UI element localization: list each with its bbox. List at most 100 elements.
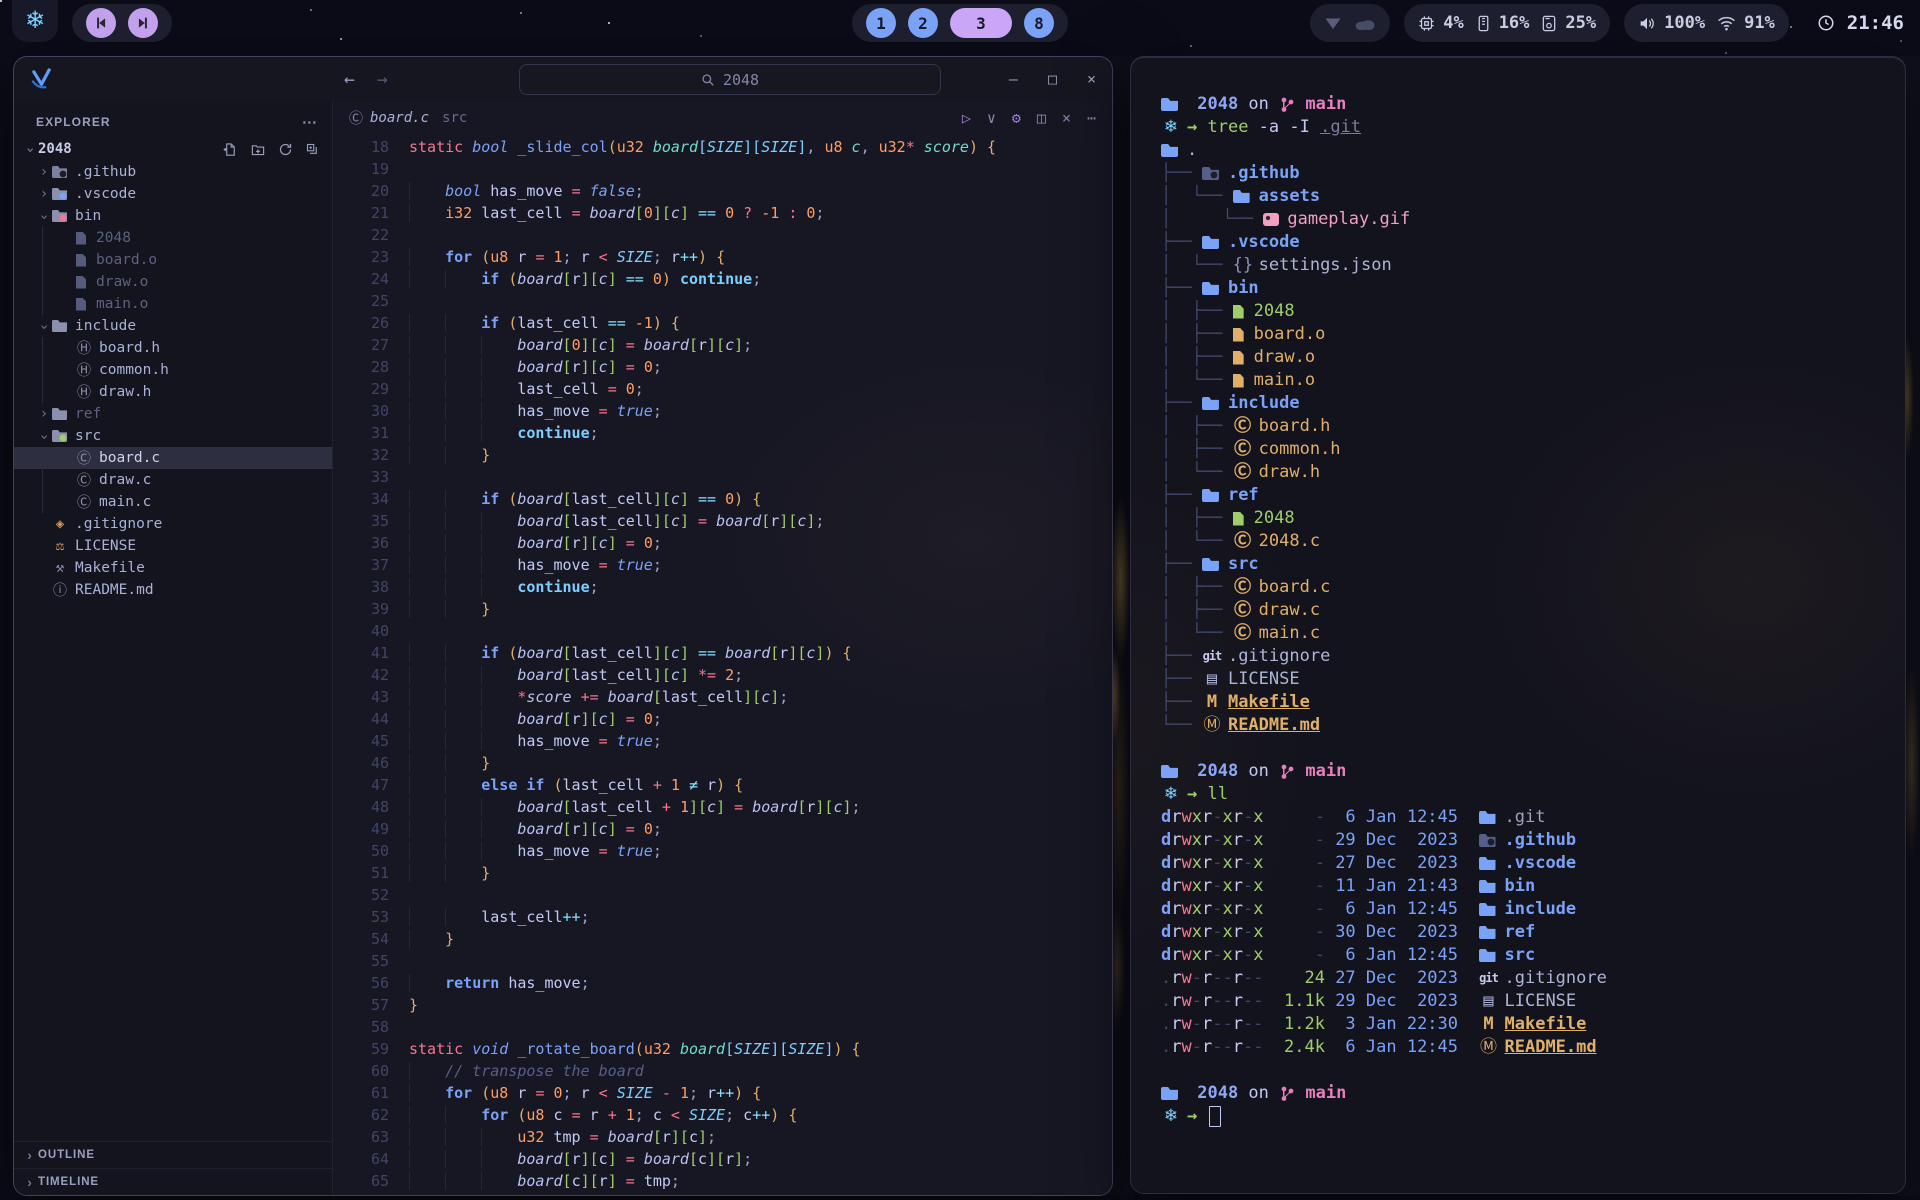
- line-number: 26: [333, 312, 409, 334]
- cpu-icon: [1418, 15, 1435, 32]
- terminal-window[interactable]: 2048 on main❄→ tree -a -I .git.├── .gith…: [1130, 56, 1906, 1194]
- terminal-line: │ └── gameplay.gif: [1161, 208, 1879, 231]
- file-icon: [1233, 305, 1244, 319]
- explorer-more-actions-icon[interactable]: ⋯: [302, 113, 318, 131]
- sound-network-tray[interactable]: 100% 91%: [1624, 4, 1789, 42]
- settings-gear-icon[interactable]: ⚙: [1012, 109, 1021, 127]
- explorer-item-draw.o[interactable]: draw.o: [14, 271, 332, 293]
- terminal-line: │ ├── Ⓒboard.h: [1161, 415, 1879, 438]
- nix-shell-icon: ❄: [1161, 116, 1181, 139]
- line-number: 50: [333, 840, 409, 862]
- file-icon: [1479, 857, 1496, 870]
- explorer-item-board.h[interactable]: Ⓗboard.h: [14, 337, 332, 359]
- workspace-3[interactable]: 3: [950, 8, 1012, 38]
- tree-entry-name: board.h: [1259, 415, 1331, 438]
- explorer-item-src[interactable]: ›src: [14, 425, 332, 447]
- breadcrumb-file[interactable]: board.c: [370, 110, 429, 126]
- tree-entry-name: .: [1187, 139, 1197, 162]
- terminal-line: ├── .vscode: [1161, 231, 1879, 254]
- chevron-down-icon[interactable]: ∨: [987, 109, 996, 127]
- tree-entry-name: bin: [1228, 277, 1259, 300]
- explorer-item-.gitignore[interactable]: ◈.gitignore: [14, 513, 332, 535]
- sidebar-section-outline[interactable]: ›OUTLINE: [14, 1142, 332, 1168]
- close-button[interactable]: ×: [1087, 70, 1096, 88]
- line-number: 39: [333, 598, 409, 620]
- explorer-item-main.o[interactable]: main.o: [14, 293, 332, 315]
- chevron-closed-icon: ›: [36, 406, 52, 422]
- explorer-item-common.h[interactable]: Ⓗcommon.h: [14, 359, 332, 381]
- explorer-item-bin[interactable]: ›bin: [14, 205, 332, 227]
- code-line: 26 if (last_cell == -1) {: [333, 312, 1112, 334]
- explorer-item-.vscode[interactable]: ›.vscode: [14, 183, 332, 205]
- file-icon: [1479, 811, 1496, 824]
- explorer-item-README.md[interactable]: ⓘREADME.md: [14, 579, 332, 601]
- workspace-1[interactable]: 1: [866, 8, 896, 38]
- file-type-icon: Ⓜ: [1479, 1036, 1499, 1059]
- workspace-8[interactable]: 8: [1024, 8, 1054, 38]
- more-actions-icon[interactable]: ⋯: [1087, 109, 1096, 127]
- explorer-item-label: bin: [75, 208, 101, 224]
- explorer-item-Makefile[interactable]: ⚒Makefile: [14, 557, 332, 579]
- breadcrumb-symbol[interactable]: src: [442, 110, 467, 126]
- explorer-item-board.c[interactable]: Ⓒboard.c: [14, 447, 332, 469]
- file-date: 29 Dec 2023: [1335, 829, 1458, 852]
- minimize-button[interactable]: —: [1009, 70, 1018, 88]
- maximize-button[interactable]: □: [1048, 70, 1057, 88]
- explorer-item-LICENSE[interactable]: ⚖LICENSE: [14, 535, 332, 557]
- tree-connector: ├──: [1161, 668, 1202, 691]
- explorer-item-include[interactable]: ›include: [14, 315, 332, 337]
- line-number: 65: [333, 1170, 409, 1192]
- explorer-item-draw.c[interactable]: Ⓒdraw.c: [14, 469, 332, 491]
- workspace-2[interactable]: 2: [908, 8, 938, 38]
- tree-entry-name: settings.json: [1259, 254, 1392, 277]
- file-size: 1.1k: [1284, 990, 1325, 1013]
- file-name: .gitignore: [1505, 967, 1607, 990]
- line-number: 55: [333, 950, 409, 972]
- close-icon[interactable]: ×: [1062, 109, 1071, 127]
- line-number: 41: [333, 642, 409, 664]
- top-status-bar: ❄ 1238 4% 16% 25%: [0, 0, 1920, 46]
- explorer-item-.github[interactable]: ›.github: [14, 161, 332, 183]
- explorer-item-draw.h[interactable]: Ⓗdraw.h: [14, 381, 332, 403]
- file-icon: [1479, 834, 1496, 847]
- code-line: 35 board[last_cell][c] = board[r][c];: [333, 510, 1112, 532]
- command-center-search[interactable]: 2048: [519, 64, 941, 95]
- git-branch-icon: [1281, 763, 1294, 780]
- nixos-launcher-button[interactable]: ❄: [12, 0, 58, 42]
- tree-entry-name: 2048: [1254, 507, 1295, 530]
- nav-back-button[interactable]: ←: [344, 69, 355, 90]
- new-file-icon[interactable]: [223, 142, 238, 157]
- media-previous-button[interactable]: [86, 8, 116, 38]
- line-number: 63: [333, 1126, 409, 1148]
- sidebar-section-timeline[interactable]: ›TIMELINE: [14, 1168, 332, 1195]
- tree-connector: │ ├──: [1161, 415, 1233, 438]
- explorer-item-board.o[interactable]: board.o: [14, 249, 332, 271]
- prompt-branch: main: [1295, 1082, 1346, 1105]
- new-folder-icon[interactable]: [250, 142, 266, 157]
- explorer-item-main.c[interactable]: Ⓒmain.c: [14, 491, 332, 513]
- code-line: 23 for (u8 r = 1; r < SIZE; r++) {: [333, 246, 1112, 268]
- terminal-line: │ ├── draw.o: [1161, 346, 1879, 369]
- terminal-line: [1161, 737, 1879, 760]
- code-editor[interactable]: 18static bool _slide_col(u32 board[SIZE]…: [333, 134, 1112, 1195]
- refresh-icon[interactable]: [278, 142, 293, 157]
- split-editor-icon[interactable]: ◫: [1037, 109, 1046, 127]
- network-tray[interactable]: [1310, 4, 1390, 42]
- terminal-line: drwxr-xr-x - 6 Jan 12:45 src: [1161, 944, 1879, 967]
- line-number: 20: [333, 180, 409, 202]
- explorer-item-2048[interactable]: 2048: [14, 227, 332, 249]
- run-button[interactable]: ▷: [962, 109, 971, 127]
- line-number: 45: [333, 730, 409, 752]
- nav-forward-button[interactable]: →: [377, 69, 388, 90]
- terminal-line: .rw-r--r-- 2.4k 6 Jan 12:45 ⓂREADME.md: [1161, 1036, 1879, 1059]
- file-date: 6 Jan 12:45: [1335, 898, 1458, 921]
- code-line: 55: [333, 950, 1112, 972]
- code-line: 43 *score += board[last_cell][c];: [333, 686, 1112, 708]
- code-line: 39 }: [333, 598, 1112, 620]
- vscode-titlebar[interactable]: ← → 2048 — □ ×: [14, 57, 1112, 101]
- collapse-all-icon[interactable]: [305, 142, 320, 157]
- line-number: 28: [333, 356, 409, 378]
- explorer-item-ref[interactable]: ›ref: [14, 403, 332, 425]
- explorer-root-folder[interactable]: › 2048: [14, 137, 332, 161]
- media-next-button[interactable]: [128, 8, 158, 38]
